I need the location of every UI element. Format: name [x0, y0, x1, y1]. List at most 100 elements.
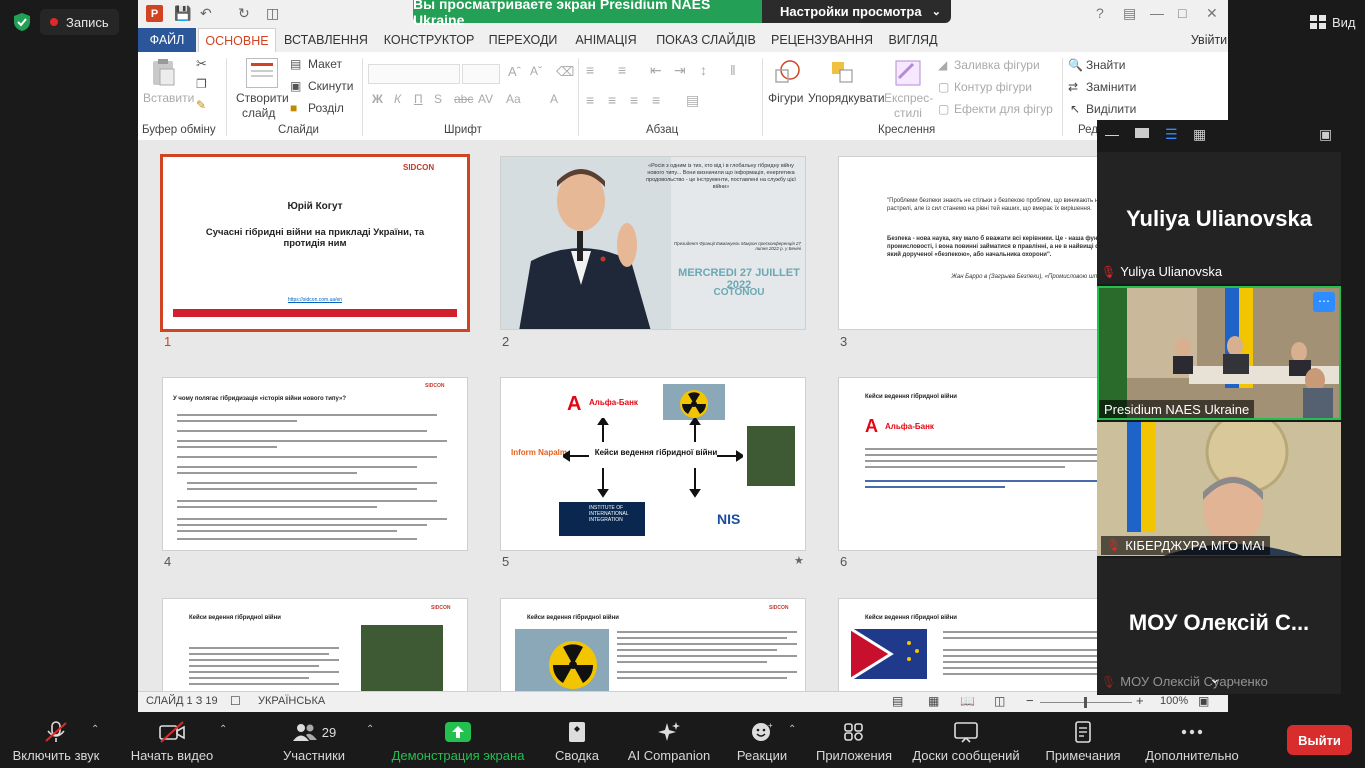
change-case-icon[interactable]: Aa — [506, 92, 521, 106]
sign-in-link[interactable]: Увійти — [1190, 28, 1228, 52]
justify-icon[interactable]: ≡ — [652, 92, 660, 108]
slide-thumbnail-7[interactable]: Кейси ведення гібридної війни SIDCON — [162, 598, 468, 691]
tab-design[interactable]: КОНСТРУКТОР — [381, 28, 477, 52]
zoom-in-icon[interactable]: + — [1136, 693, 1144, 708]
bullets-icon[interactable]: ≡ — [586, 62, 594, 78]
notes-button[interactable]: Примечания — [1040, 712, 1126, 768]
decrease-indent-icon[interactable]: ⇤ — [650, 62, 662, 79]
record-button[interactable]: Запись — [40, 9, 119, 35]
text-align-icon[interactable]: ▤ — [686, 92, 699, 109]
zoom-slider-handle[interactable] — [1084, 697, 1087, 708]
security-shield-icon[interactable] — [12, 12, 32, 32]
more-button[interactable]: Дополнительно — [1140, 712, 1244, 768]
align-right-icon[interactable]: ≡ — [630, 92, 638, 108]
zoom-out-icon[interactable]: − — [1026, 693, 1034, 708]
format-painter-icon[interactable]: ✎ — [196, 98, 206, 112]
font-color-icon[interactable]: A — [550, 92, 558, 106]
slide-thumbnail-5[interactable]: А Альфа-Банк Inform Napalm Кейси ведення… — [500, 377, 806, 551]
shapes-icon[interactable] — [772, 58, 802, 88]
share-screen-button[interactable]: Демонстрация экрана — [388, 712, 528, 768]
numbering-icon[interactable]: ≡ — [618, 62, 626, 78]
tab-transitions[interactable]: ПЕРЕХОДИ — [486, 28, 560, 52]
font-family-select[interactable] — [368, 64, 460, 84]
arrange-icon[interactable] — [828, 58, 858, 88]
tab-view[interactable]: ВИГЛЯД — [884, 28, 942, 52]
spacing-icon[interactable]: AV — [478, 92, 493, 106]
shadow-icon[interactable]: S — [434, 92, 442, 106]
slide-thumbnail-8[interactable]: Кейси ведення гібридної війни SIDCON — [500, 598, 806, 691]
minimize-icon[interactable]: — — [1150, 5, 1164, 21]
reactions-button[interactable]: + Реакции — [732, 712, 792, 768]
line-spacing-icon[interactable]: ↕ — [700, 62, 707, 78]
tab-file[interactable]: ФАЙЛ — [138, 28, 196, 52]
increase-font-icon[interactable]: Aˆ — [508, 64, 521, 79]
bold-icon[interactable]: Ж — [372, 92, 383, 106]
reactions-chevron-icon[interactable]: ⌃ — [788, 724, 796, 735]
close-icon[interactable]: ✕ — [1206, 5, 1218, 22]
language-indicator[interactable]: УКРАЇНСЬКА — [258, 695, 325, 707]
tab-slideshow[interactable]: ПОКАЗ СЛАЙДІВ — [653, 28, 759, 52]
undo-icon[interactable]: ↶ — [200, 5, 212, 22]
participants-chevron-icon[interactable]: ⌃ — [366, 724, 374, 735]
tab-home[interactable]: ОСНОВНЕ — [198, 28, 276, 53]
arrange-button[interactable]: Упорядкувати — [808, 91, 885, 105]
summary-button[interactable]: Сводка — [548, 712, 606, 768]
paste-label[interactable]: Вставити — [143, 91, 194, 105]
tab-review[interactable]: РЕЦЕНЗУВАННЯ — [770, 28, 874, 52]
start-presentation-icon[interactable]: ◫ — [266, 5, 279, 22]
tab-animation[interactable]: АНІМАЦІЯ — [570, 28, 642, 52]
strikethrough-icon[interactable]: abc — [454, 92, 473, 106]
ribbon-options-icon[interactable]: ▤ — [1123, 5, 1136, 22]
align-center-icon[interactable]: ≡ — [608, 92, 616, 108]
ai-companion-button[interactable]: AI Companion — [620, 712, 718, 768]
save-icon[interactable]: 💾 — [174, 5, 191, 22]
section-button[interactable]: Розділ — [308, 101, 344, 115]
help-icon[interactable]: ? — [1096, 5, 1104, 21]
normal-view-icon[interactable]: ▤ — [892, 694, 903, 708]
underline-icon[interactable]: П — [414, 92, 423, 106]
font-size-select[interactable] — [462, 64, 500, 84]
replace-button[interactable]: Замінити — [1086, 80, 1136, 94]
zoom-level[interactable]: 100% — [1160, 695, 1188, 707]
thumbnail-view-icon[interactable] — [1135, 128, 1149, 138]
maximize-icon[interactable]: □ — [1178, 5, 1186, 21]
paste-button[interactable] — [148, 57, 188, 87]
participant-tile-2[interactable]: ⋯ Presidium NAES Ukraine — [1097, 286, 1341, 420]
leave-button[interactable]: Выйти — [1287, 725, 1352, 755]
exit-panel-icon[interactable]: ▣ — [1319, 126, 1332, 143]
audio-options-chevron-icon[interactable]: ⌃ — [91, 724, 99, 735]
select-button[interactable]: Виділити — [1086, 102, 1136, 116]
redo-icon[interactable]: ↻ — [238, 5, 250, 22]
cut-icon[interactable]: ✂ — [196, 56, 207, 72]
find-button[interactable]: Знайти — [1086, 58, 1125, 72]
slide-thumbnail-1[interactable]: SIDCON Юрій Когут Сучасні гібридні війни… — [160, 154, 470, 332]
more-options-icon[interactable]: ⋯ — [1313, 292, 1335, 312]
tab-insert[interactable]: ВСТАВЛЕННЯ — [281, 28, 371, 52]
increase-indent-icon[interactable]: ⇥ — [674, 62, 686, 79]
slideshow-view-icon[interactable]: ◫ — [994, 694, 1005, 708]
new-slide-label-1[interactable]: Створити — [236, 91, 289, 105]
participant-tile-1[interactable]: Yuliya Ulianovska 🎙 Yuliya Ulianovska — [1097, 152, 1341, 284]
layout-button[interactable]: Макет — [308, 57, 342, 71]
quick-styles-icon[interactable] — [893, 58, 923, 88]
view-button[interactable]: Вид — [1302, 9, 1364, 35]
quick-styles-label-1[interactable]: Експрес- — [884, 91, 933, 105]
reading-view-icon[interactable]: 📖 — [960, 694, 975, 708]
scroll-down-chevron-icon[interactable]: ⌄ — [1209, 670, 1221, 687]
whiteboards-button[interactable]: Доски сообщений — [908, 712, 1024, 768]
decrease-font-icon[interactable]: Aˇ — [530, 64, 542, 78]
new-slide-icon[interactable] — [246, 58, 278, 88]
video-options-chevron-icon[interactable]: ⌃ — [219, 724, 227, 735]
new-slide-label-2[interactable]: слайд — [242, 106, 275, 120]
fit-to-window-icon[interactable]: ▣ — [1198, 694, 1209, 708]
shape-effects-button[interactable]: Ефекти для фігур — [954, 102, 1053, 116]
view-settings-button[interactable]: Настройки просмотра ⌄ — [762, 0, 951, 23]
italic-icon[interactable]: К — [394, 92, 401, 106]
reset-button[interactable]: Скинути — [308, 79, 353, 93]
shape-fill-button[interactable]: Заливка фігури — [954, 58, 1040, 72]
participants-button[interactable]: 29 Участники — [270, 712, 358, 768]
clear-format-icon[interactable]: ⌫ — [556, 64, 574, 80]
minimize-panel-icon[interactable]: — — [1105, 126, 1119, 142]
spellcheck-icon[interactable]: ☐ — [230, 694, 241, 708]
speaker-view-icon[interactable]: ☰ — [1165, 126, 1178, 143]
